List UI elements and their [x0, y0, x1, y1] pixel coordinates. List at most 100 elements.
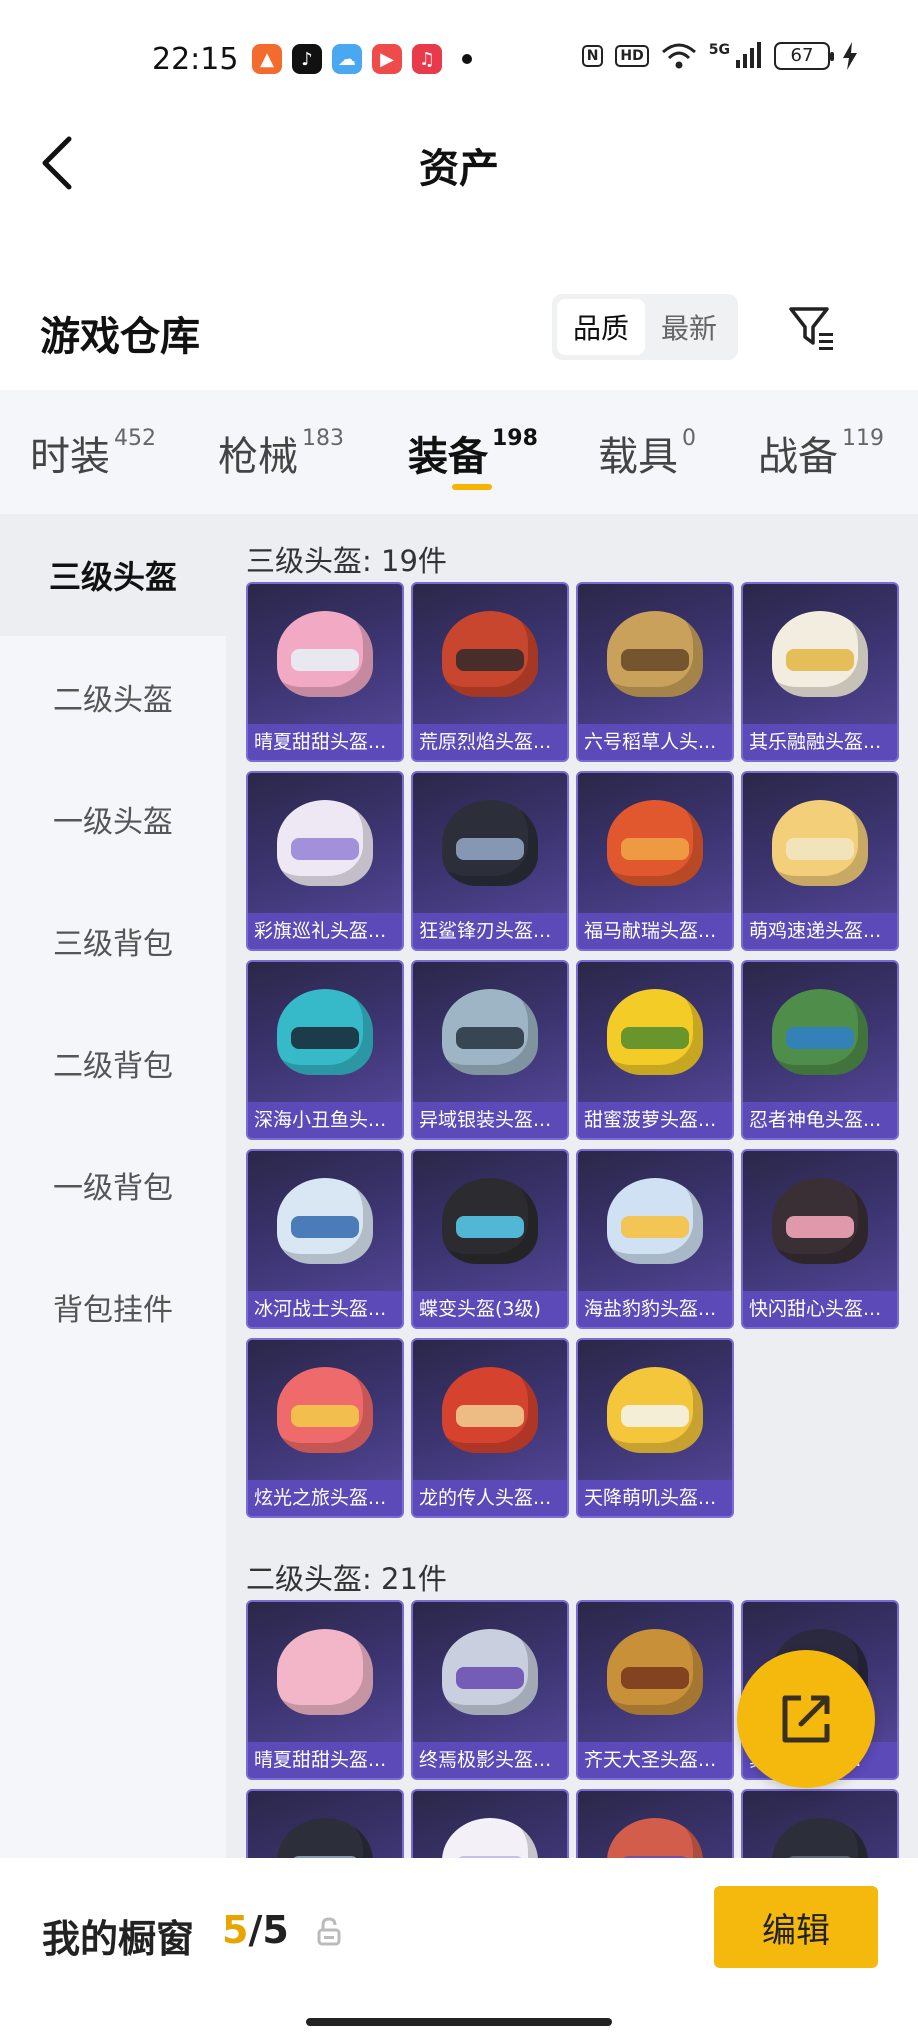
helmet-image: [578, 1791, 732, 1858]
category-tabs: 时装 452 枪械 183 装备 198 载具 0 战备 119: [0, 390, 918, 514]
item-name: 快闪甜心头盔...: [743, 1291, 897, 1327]
filter-button[interactable]: [784, 300, 840, 356]
helmet-image: [248, 584, 402, 724]
sort-by-quality[interactable]: 品质: [557, 299, 645, 355]
item-card[interactable]: 甜蜜菠萝头盔...: [576, 960, 734, 1140]
showcase-bar: 我的橱窗 5/5 编辑: [0, 1858, 918, 2040]
showcase-total: 5: [262, 1908, 289, 1952]
sort-by-newest[interactable]: 最新: [645, 299, 733, 355]
sidebar-item-level1-helmet[interactable]: 一级头盔: [0, 758, 226, 880]
item-card[interactable]: 蝶变头盔(3级): [411, 1149, 569, 1329]
item-name: 异域银装头盔...: [413, 1102, 567, 1138]
helmet-image: [413, 1602, 567, 1742]
item-card[interactable]: 海盐豹豹头盔...: [576, 1149, 734, 1329]
tab-count: 0: [682, 426, 696, 451]
section-title: 三级头盔: 19件: [246, 544, 447, 578]
helmet-image: [578, 1151, 732, 1291]
item-card[interactable]: 忍者神龟头盔...: [741, 960, 899, 1140]
helmet-image: [413, 773, 567, 913]
item-card[interactable]: 冰河战士头盔...: [246, 1149, 404, 1329]
sort-toggle: 品质 最新: [552, 294, 738, 360]
sidebar-item-level2-backpack[interactable]: 二级背包: [0, 1002, 226, 1124]
item-card[interactable]: 彩旗巡礼头盔...: [246, 771, 404, 951]
sidebar-item-level2-helmet[interactable]: 二级头盔: [0, 636, 226, 758]
battery-icon: 67: [774, 42, 834, 70]
tab-label: 时装: [30, 434, 110, 480]
sidebar-item-level3-backpack[interactable]: 三级背包: [0, 880, 226, 1002]
sidebar-item-level3-helmet[interactable]: 三级头盔: [0, 514, 226, 636]
tab-vehicles[interactable]: 载具 0: [598, 424, 696, 482]
helmet-image: [578, 773, 732, 913]
item-card[interactable]: [411, 1789, 569, 1858]
tab-count: 119: [842, 426, 884, 451]
weather-icon: ☁: [332, 44, 362, 74]
tab-label: 载具: [598, 434, 678, 480]
item-card[interactable]: 其乐融融头盔...: [741, 582, 899, 762]
item-name: 晴夏甜甜头盔...: [248, 724, 402, 760]
helmet-image: [413, 584, 567, 724]
music-icon: ♫: [412, 44, 442, 74]
status-time: 22:15: [152, 42, 239, 77]
tab-count: 452: [114, 426, 156, 451]
helmet-image: [248, 1791, 402, 1858]
tiktok-icon: ♪: [292, 44, 322, 74]
item-card[interactable]: [741, 1789, 899, 1858]
helmet-image: [248, 1602, 402, 1742]
item-name: 龙的传人头盔...: [413, 1480, 567, 1516]
helmet-image: [578, 1340, 732, 1480]
item-name: 蝶变头盔(3级): [413, 1291, 567, 1327]
helmet-image: [413, 1340, 567, 1480]
hd-icon: HD: [615, 45, 649, 67]
warehouse-title: 游戏仓库: [40, 314, 200, 360]
item-card[interactable]: 龙的传人头盔...: [411, 1338, 569, 1518]
item-name: 萌鸡速递头盔...: [743, 913, 897, 949]
helmet-image: [248, 962, 402, 1102]
tab-label: 装备: [408, 434, 488, 480]
share-button[interactable]: [737, 1650, 875, 1788]
item-card[interactable]: 深海小丑鱼头...: [246, 960, 404, 1140]
item-name: 彩旗巡礼头盔...: [248, 913, 402, 949]
item-card[interactable]: [246, 1789, 404, 1858]
edit-button[interactable]: 编辑: [714, 1886, 878, 1968]
signal-icon: [736, 42, 761, 68]
page-title: 资产: [419, 146, 499, 192]
status-indicators: N HD 5G 67: [581, 42, 858, 70]
tab-equipment[interactable]: 装备 198: [408, 424, 538, 482]
tab-supplies[interactable]: 战备 119: [758, 424, 884, 482]
showcase-separator: /: [248, 1908, 263, 1952]
wifi-icon: [661, 43, 696, 69]
item-card[interactable]: 晴夏甜甜头盔...: [246, 582, 404, 762]
tab-fashion[interactable]: 时装 452: [30, 424, 156, 482]
fire-app-icon: ▲: [252, 44, 282, 74]
item-card[interactable]: 荒原烈焰头盔...: [411, 582, 569, 762]
item-card[interactable]: 齐天大圣头盔...: [576, 1600, 734, 1780]
tab-label: 战备: [758, 434, 838, 480]
tab-count: 198: [492, 426, 538, 451]
item-card[interactable]: 萌鸡速递头盔...: [741, 771, 899, 951]
tab-label: 枪械: [218, 434, 298, 480]
item-card[interactable]: [576, 1789, 734, 1858]
item-name: 荒原烈焰头盔...: [413, 724, 567, 760]
item-card[interactable]: 福马献瑞头盔...: [576, 771, 734, 951]
item-card[interactable]: 异域银装头盔...: [411, 960, 569, 1140]
helmet-image: [413, 962, 567, 1102]
showcase-current: 5: [222, 1908, 249, 1952]
sidebar-item-backpack-charm[interactable]: 背包挂件: [0, 1246, 226, 1368]
item-card[interactable]: 快闪甜心头盔...: [741, 1149, 899, 1329]
item-card[interactable]: 狂鲨锋刃头盔...: [411, 771, 569, 951]
subcategory-sidebar: 三级头盔 二级头盔 一级头盔 三级背包 二级背包 一级背包 背包挂件: [0, 514, 226, 1858]
item-name: 深海小丑鱼头...: [248, 1102, 402, 1138]
home-indicator[interactable]: [306, 2018, 612, 2026]
item-card[interactable]: 晴夏甜甜头盔...: [246, 1600, 404, 1780]
item-card[interactable]: 炫光之旅头盔...: [246, 1338, 404, 1518]
item-card[interactable]: 终焉极影头盔...: [411, 1600, 569, 1780]
item-card[interactable]: 六号稻草人头...: [576, 582, 734, 762]
item-name: 福马献瑞头盔...: [578, 913, 732, 949]
tab-weapons[interactable]: 枪械 183: [218, 424, 344, 482]
share-external-icon: [782, 1695, 830, 1743]
item-card[interactable]: 天降萌叽头盔...: [576, 1338, 734, 1518]
showcase-count: 5/5: [222, 1908, 289, 1952]
item-name: 六号稻草人头...: [578, 724, 732, 760]
more-notifications-dot: [462, 54, 472, 64]
sidebar-item-level1-backpack[interactable]: 一级背包: [0, 1124, 226, 1246]
